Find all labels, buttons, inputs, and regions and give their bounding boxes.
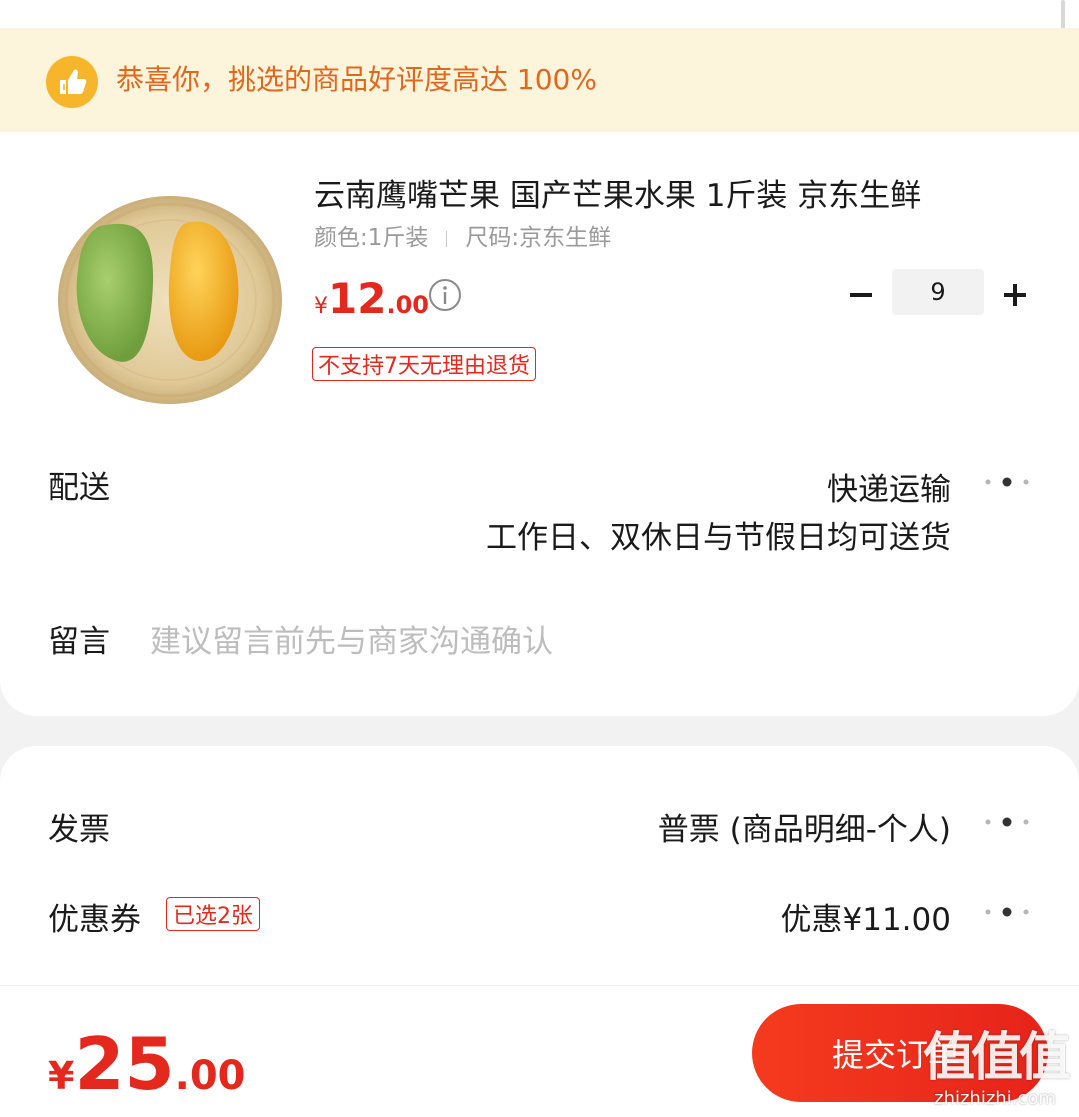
product-price: ¥12.00 bbox=[314, 274, 429, 323]
price-info-icon[interactable] bbox=[428, 278, 462, 312]
rating-banner-text: 恭喜你，挑选的商品好评度高达 100% bbox=[116, 63, 597, 96]
thumbs-up-icon bbox=[46, 56, 98, 108]
watermark-logo: 值值值 bbox=[922, 1028, 1071, 1088]
rating-banner: 恭喜你，挑选的商品好评度高达 100% bbox=[0, 28, 1079, 132]
price-symbol: ¥ bbox=[314, 294, 328, 319]
total-symbol: ¥ bbox=[48, 1054, 75, 1098]
delivery-note: 工作日、双休日与节假日均可送货 bbox=[486, 520, 951, 556]
remark-input[interactable]: 建议留言前先与商家沟通确认 bbox=[150, 616, 553, 661]
quantity-plus-button[interactable] bbox=[998, 278, 1032, 312]
remark-label: 留言 bbox=[48, 624, 110, 660]
quantity-minus-button[interactable] bbox=[844, 278, 878, 312]
return-policy-tag: 不支持7天无理由退货 bbox=[312, 347, 536, 381]
invoice-value[interactable]: 普票 (商品明细-个人) bbox=[658, 804, 951, 849]
product-color-spec: 颜色:1斤装 bbox=[314, 225, 429, 251]
watermark-url: zhizhizhi.com bbox=[934, 1088, 1056, 1109]
price-integer: 12 bbox=[328, 274, 387, 323]
total-decimal: .00 bbox=[174, 1053, 246, 1099]
product-spec: 颜色:1斤装 尺码:京东生鲜 bbox=[314, 218, 611, 252]
checkout-bar: ¥25.00 提交订单 bbox=[0, 985, 1079, 1117]
coupon-more-icon[interactable] bbox=[982, 904, 1032, 920]
top-strip bbox=[0, 0, 1079, 28]
mango-product-image[interactable] bbox=[48, 190, 286, 420]
coupon-label: 优惠券 bbox=[48, 902, 141, 938]
total-integer: 25 bbox=[74, 1022, 175, 1106]
invoice-label: 发票 bbox=[48, 812, 110, 848]
order-item-card: 恭喜你，挑选的商品好评度高达 100% 云南鹰嘴芒果 国产芒果水果 1斤装 京东… bbox=[0, 28, 1079, 716]
invoice-more-icon[interactable] bbox=[982, 814, 1032, 830]
quantity-input[interactable]: 9 bbox=[892, 269, 984, 315]
site-watermark: 值值值 zhizhizhi.com bbox=[920, 1028, 1071, 1114]
spec-divider bbox=[446, 230, 448, 247]
delivery-method[interactable]: 快递运输 bbox=[827, 464, 951, 509]
coupon-value[interactable]: 优惠¥11.00 bbox=[781, 894, 951, 939]
product-size-spec: 尺码:京东生鲜 bbox=[465, 225, 612, 251]
product-title[interactable]: 云南鹰嘴芒果 国产芒果水果 1斤装 京东生鲜 bbox=[314, 170, 921, 215]
delivery-more-icon[interactable] bbox=[982, 474, 1032, 490]
coupon-selected-tag: 已选2张 bbox=[166, 897, 260, 931]
price-decimal: .00 bbox=[386, 291, 429, 319]
delivery-label: 配送 bbox=[48, 470, 110, 506]
order-total: ¥25.00 bbox=[48, 1022, 246, 1106]
